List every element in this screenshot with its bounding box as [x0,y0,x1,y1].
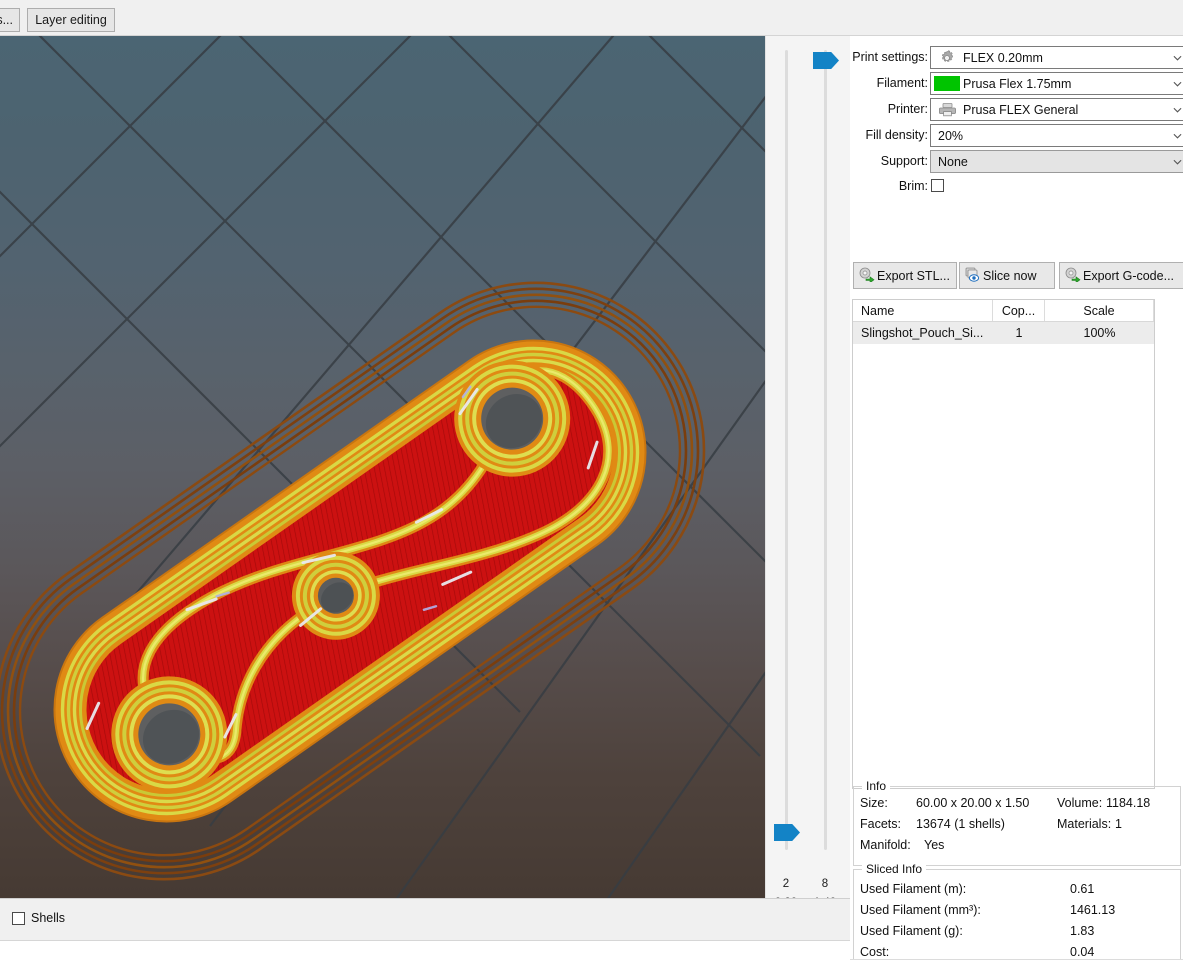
slic3r-window: s... Layer editing [0,0,1183,976]
tab-plater-clipped[interactable]: s... [0,8,20,32]
column-header-name[interactable]: Name [853,300,993,321]
export-gcode-icon [1065,267,1081,285]
sliced-filament-mm3-key: Used Filament (mm³): [860,903,981,917]
layer-slider-lower-thumb[interactable] [774,824,800,841]
chevron-down-icon[interactable] [1173,157,1182,166]
object-list-table[interactable]: Name Cop... Scale Slingshot_Pouch_Si... … [852,299,1155,789]
info-size-key: Size: [860,796,888,810]
info-facets-value: 13674 (1 shells) [916,817,1005,831]
tab-plater-clipped-label: s... [0,13,13,27]
printer-combo[interactable]: Prusa FLEX General [930,98,1183,121]
sliced-filament-m-key: Used Filament (m): [860,882,966,896]
sliced-filament-mm3-value: 1461.13 [1070,903,1115,917]
brim-checkbox[interactable] [931,179,944,192]
info-volume-value: 1184.18 [1106,796,1150,810]
footer-area [850,960,1183,976]
slice-now-label: Slice now [983,269,1037,283]
layer-slider-upper-track[interactable] [824,50,827,850]
info-groupbox: Info Size: 60.00 x 20.00 x 1.50 Volume: … [853,786,1181,866]
shells-checkbox[interactable] [12,912,25,925]
shells-checkbox-row[interactable]: Shells [12,911,65,925]
gear-icon [931,50,963,66]
info-facets-key: Facets: [860,817,901,831]
info-manifold-value: Yes [924,838,944,852]
chevron-down-icon[interactable] [1173,53,1182,62]
object-list-header: Name Cop... Scale [853,300,1154,322]
slice-now-icon [965,267,981,285]
sliced-filament-g-key: Used Filament (g): [860,924,963,938]
sliced-filament-g-value: 1.83 [1070,924,1094,938]
fill-density-combo[interactable]: 20% [930,124,1183,147]
export-stl-icon [859,267,875,285]
viewport-bottom-bar-lower [0,940,850,976]
brim-row: Brim: [850,177,1183,197]
fill-density-label: Fill density: [865,128,928,142]
sliced-info-groupbox-title: Sliced Info [862,862,926,876]
shells-label: Shells [31,911,65,925]
info-size-value: 60.00 x 20.00 x 1.50 [916,796,1029,810]
printer-label: Printer: [888,102,928,116]
export-gcode-label: Export G-code... [1083,269,1174,283]
support-combo[interactable]: None [930,150,1183,173]
chevron-down-icon[interactable] [1173,131,1182,140]
info-groupbox-title: Info [862,779,890,793]
printer-icon [931,102,963,117]
chevron-down-icon[interactable] [1173,79,1182,88]
info-manifold-key: Manifold: [860,838,911,852]
support-label: Support: [881,154,928,168]
filament-row: Filament: Prusa Flex 1.75mm [850,72,1183,96]
brim-label: Brim: [899,179,928,193]
printer-row: Printer: Prusa FLEX General [850,98,1183,122]
cell-object-name: Slingshot_Pouch_Si... [853,322,993,344]
color-swatch-icon [931,76,963,91]
export-stl-button[interactable]: Export STL... [853,262,957,289]
filament-value: Prusa Flex 1.75mm [963,77,1071,91]
print-settings-label: Print settings: [852,50,928,64]
layer-slider-panel: 2 0.20 8 1.40 1 Layer [765,36,850,898]
sliced-cost-key: Cost: [860,945,889,959]
viewport-bottom-bar: Shells [0,898,850,940]
tab-bar: s... Layer editing [0,0,1183,36]
sliced-model-preview [0,36,765,898]
info-materials-key: Materials: [1057,817,1111,831]
slice-now-button[interactable]: Slice now [959,262,1055,289]
right-sidebar: Print settings: FLEX 0.20mm Filam [850,36,1183,976]
fill-density-value: 20% [938,129,963,143]
layer-slider-lower-layer-number: 2 [766,878,806,890]
info-materials-value: 1 [1115,817,1122,831]
column-header-copies[interactable]: Cop... [993,300,1045,321]
sliced-filament-m-value: 0.61 [1070,882,1094,896]
fill-density-row: Fill density: 20% [850,124,1183,148]
layer-slider-lower-track[interactable] [785,50,788,850]
filament-label: Filament: [877,76,928,90]
print-settings-combo[interactable]: FLEX 0.20mm [930,46,1183,69]
chevron-down-icon[interactable] [1173,105,1182,114]
tab-layer-editing-label: Layer editing [35,13,107,27]
export-gcode-button[interactable]: Export G-code... [1059,262,1183,289]
layer-slider-upper-thumb[interactable] [813,52,839,69]
support-row: Support: None [850,150,1183,174]
layer-slider-upper-layer-number: 8 [805,878,845,890]
printer-value: Prusa FLEX General [963,103,1078,117]
export-stl-label: Export STL... [877,269,950,283]
table-row[interactable]: Slingshot_Pouch_Si... 1 100% [853,322,1154,344]
print-settings-value: FLEX 0.20mm [963,51,1043,65]
tab-layer-editing[interactable]: Layer editing [27,8,115,32]
print-settings-row: Print settings: FLEX 0.20mm [850,46,1183,70]
cell-object-copies: 1 [993,322,1045,344]
support-value: None [938,155,968,169]
column-header-scale[interactable]: Scale [1045,300,1154,321]
cell-object-scale: 100% [1045,322,1154,344]
sliced-cost-value: 0.04 [1070,945,1094,959]
filament-combo[interactable]: Prusa Flex 1.75mm [930,72,1183,95]
3d-viewport[interactable] [0,36,765,898]
info-volume-key: Volume: [1057,796,1102,810]
